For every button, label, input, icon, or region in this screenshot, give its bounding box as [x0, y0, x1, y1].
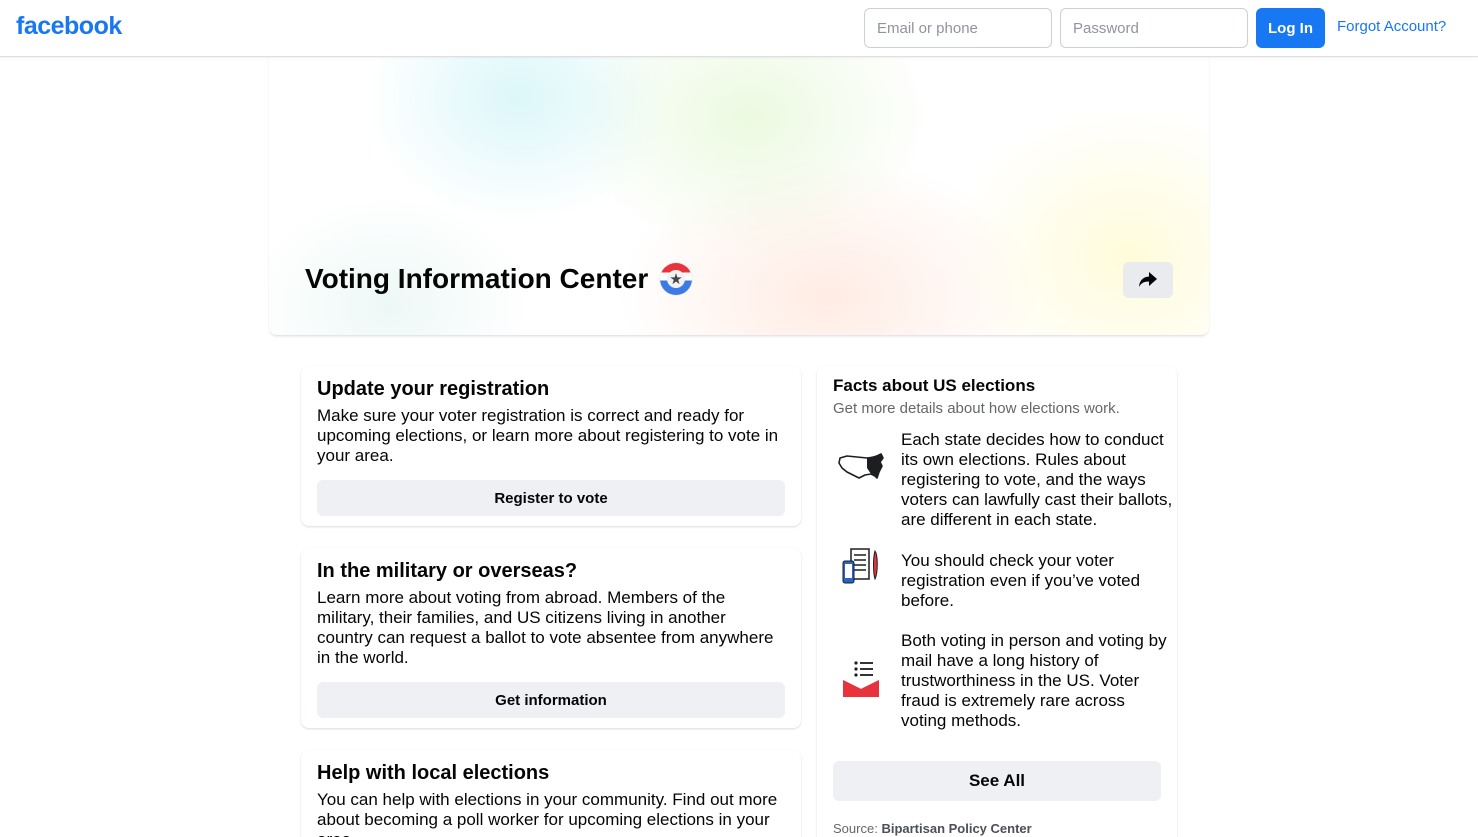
card-body: Make sure your voter registration is cor… [317, 406, 779, 465]
facebook-logo[interactable]: facebook [16, 12, 122, 41]
email-or-phone-input[interactable] [864, 8, 1052, 48]
share-arrow-icon [1139, 272, 1157, 287]
share-button[interactable] [1123, 262, 1173, 298]
page-title: Voting Information Center [305, 263, 649, 294]
mail-ballot-icon [842, 661, 880, 697]
see-all-button[interactable]: See All [833, 761, 1161, 801]
local-elections-card: Help with local elections You can help w… [301, 750, 801, 837]
forgot-account-link[interactable]: Forgot Account? [1337, 18, 1446, 35]
card-title: In the military or overseas? [317, 560, 578, 582]
card-body: You can help with elections in your comm… [317, 790, 778, 837]
get-information-button[interactable]: Get information [317, 682, 785, 718]
source-link[interactable]: Bipartisan Policy Center [881, 821, 1031, 836]
fact-text: Each state decides how to conduct its ow… [901, 430, 1173, 529]
source-attribution: Source: Bipartisan Policy Center [833, 821, 1032, 836]
hero-banner: Voting Information Center ★ [269, 57, 1209, 336]
us-map-icon [838, 453, 884, 479]
log-in-button[interactable]: Log In [1256, 8, 1325, 48]
facts-panel: Facts about US elections Get more detail… [817, 366, 1177, 837]
update-registration-card: Update your registration Make sure your … [301, 366, 801, 526]
fact-text: Both voting in person and voting by mail… [901, 631, 1167, 730]
register-to-vote-button[interactable]: Register to vote [317, 480, 785, 516]
card-body: Learn more about voting from abroad. Mem… [317, 588, 774, 667]
facts-title: Facts about US elections [833, 376, 1036, 395]
top-navigation-bar: facebook Log In Forgot Account? [0, 0, 1478, 57]
facts-subtitle: Get more details about how elections wor… [833, 400, 1120, 417]
military-overseas-card: In the military or overseas? Learn more … [301, 548, 801, 728]
phone-checklist-icon [842, 548, 878, 584]
fact-text: You should check your voter registration… [901, 551, 1141, 610]
source-prefix: Source: [833, 821, 878, 836]
card-title: Help with local elections [317, 762, 550, 784]
star-badge-icon: ★ [660, 263, 692, 295]
password-input[interactable] [1060, 8, 1248, 48]
card-title: Update your registration [317, 378, 550, 400]
